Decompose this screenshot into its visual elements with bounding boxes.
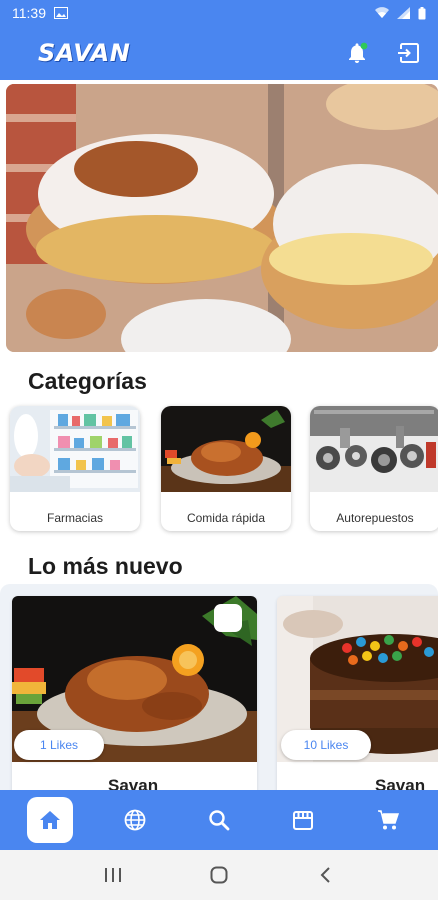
nav-home[interactable]: [27, 797, 74, 843]
status-bar: 11:39: [0, 0, 438, 26]
notification-bell-icon: [349, 42, 368, 63]
nav-search[interactable]: [196, 797, 242, 843]
logout-button[interactable]: [396, 40, 422, 66]
favorite-checkbox[interactable]: [214, 604, 242, 632]
app-header: SAVAN: [0, 26, 438, 80]
category-card-farmacias[interactable]: Farmacias: [10, 406, 140, 531]
back-icon: [320, 867, 330, 883]
categories-list: Farmacias Comida rápida Autorepuestos: [10, 406, 438, 532]
recents-button[interactable]: [93, 855, 133, 895]
category-label: Farmacias: [46, 511, 103, 525]
categories-title: Categorías: [28, 368, 147, 394]
notification-button[interactable]: [344, 40, 370, 66]
product-card[interactable]: [12, 596, 257, 806]
status-time: 11:39: [12, 5, 46, 21]
home-system-button[interactable]: [199, 855, 239, 895]
nav-cart[interactable]: [365, 797, 411, 843]
system-navigation: [0, 850, 438, 900]
category-label: Comida rápida: [186, 511, 266, 525]
category-card-autorepuestos[interactable]: Autorepuestos: [310, 406, 438, 531]
nav-explore[interactable]: [112, 797, 158, 843]
donuts-photo: [6, 84, 438, 352]
likes-button[interactable]: 1 Likes: [14, 730, 104, 760]
store-icon: [293, 811, 314, 830]
signal-icon: [397, 7, 410, 19]
bottom-navigation: [0, 790, 438, 850]
recents-icon: [105, 868, 121, 882]
cart-icon: [377, 810, 399, 830]
image-icon: [54, 7, 68, 19]
product-card[interactable]: [277, 596, 438, 806]
savan-logo[interactable]: SAVAN: [38, 39, 130, 67]
newest-title: Lo más nuevo: [28, 553, 183, 579]
category-label: Autorepuestos: [336, 511, 414, 525]
category-card-comida-rapida[interactable]: Comida rápida: [161, 406, 291, 531]
likes-button[interactable]: 10 Likes: [281, 730, 371, 760]
globe-icon: [124, 809, 145, 831]
wifi-icon: [375, 7, 389, 19]
home-circle-icon: [210, 866, 228, 884]
search-icon: [209, 810, 230, 831]
back-button[interactable]: [305, 855, 345, 895]
home-icon: [40, 811, 61, 829]
battery-icon: [418, 6, 426, 19]
roast-chicken-photo: [161, 406, 291, 492]
auto-parts-photo: [310, 406, 438, 492]
logout-icon: [398, 43, 419, 63]
nav-stores[interactable]: [280, 797, 326, 843]
promo-banner[interactable]: [6, 84, 438, 352]
pharmacy-photo: [10, 406, 140, 492]
